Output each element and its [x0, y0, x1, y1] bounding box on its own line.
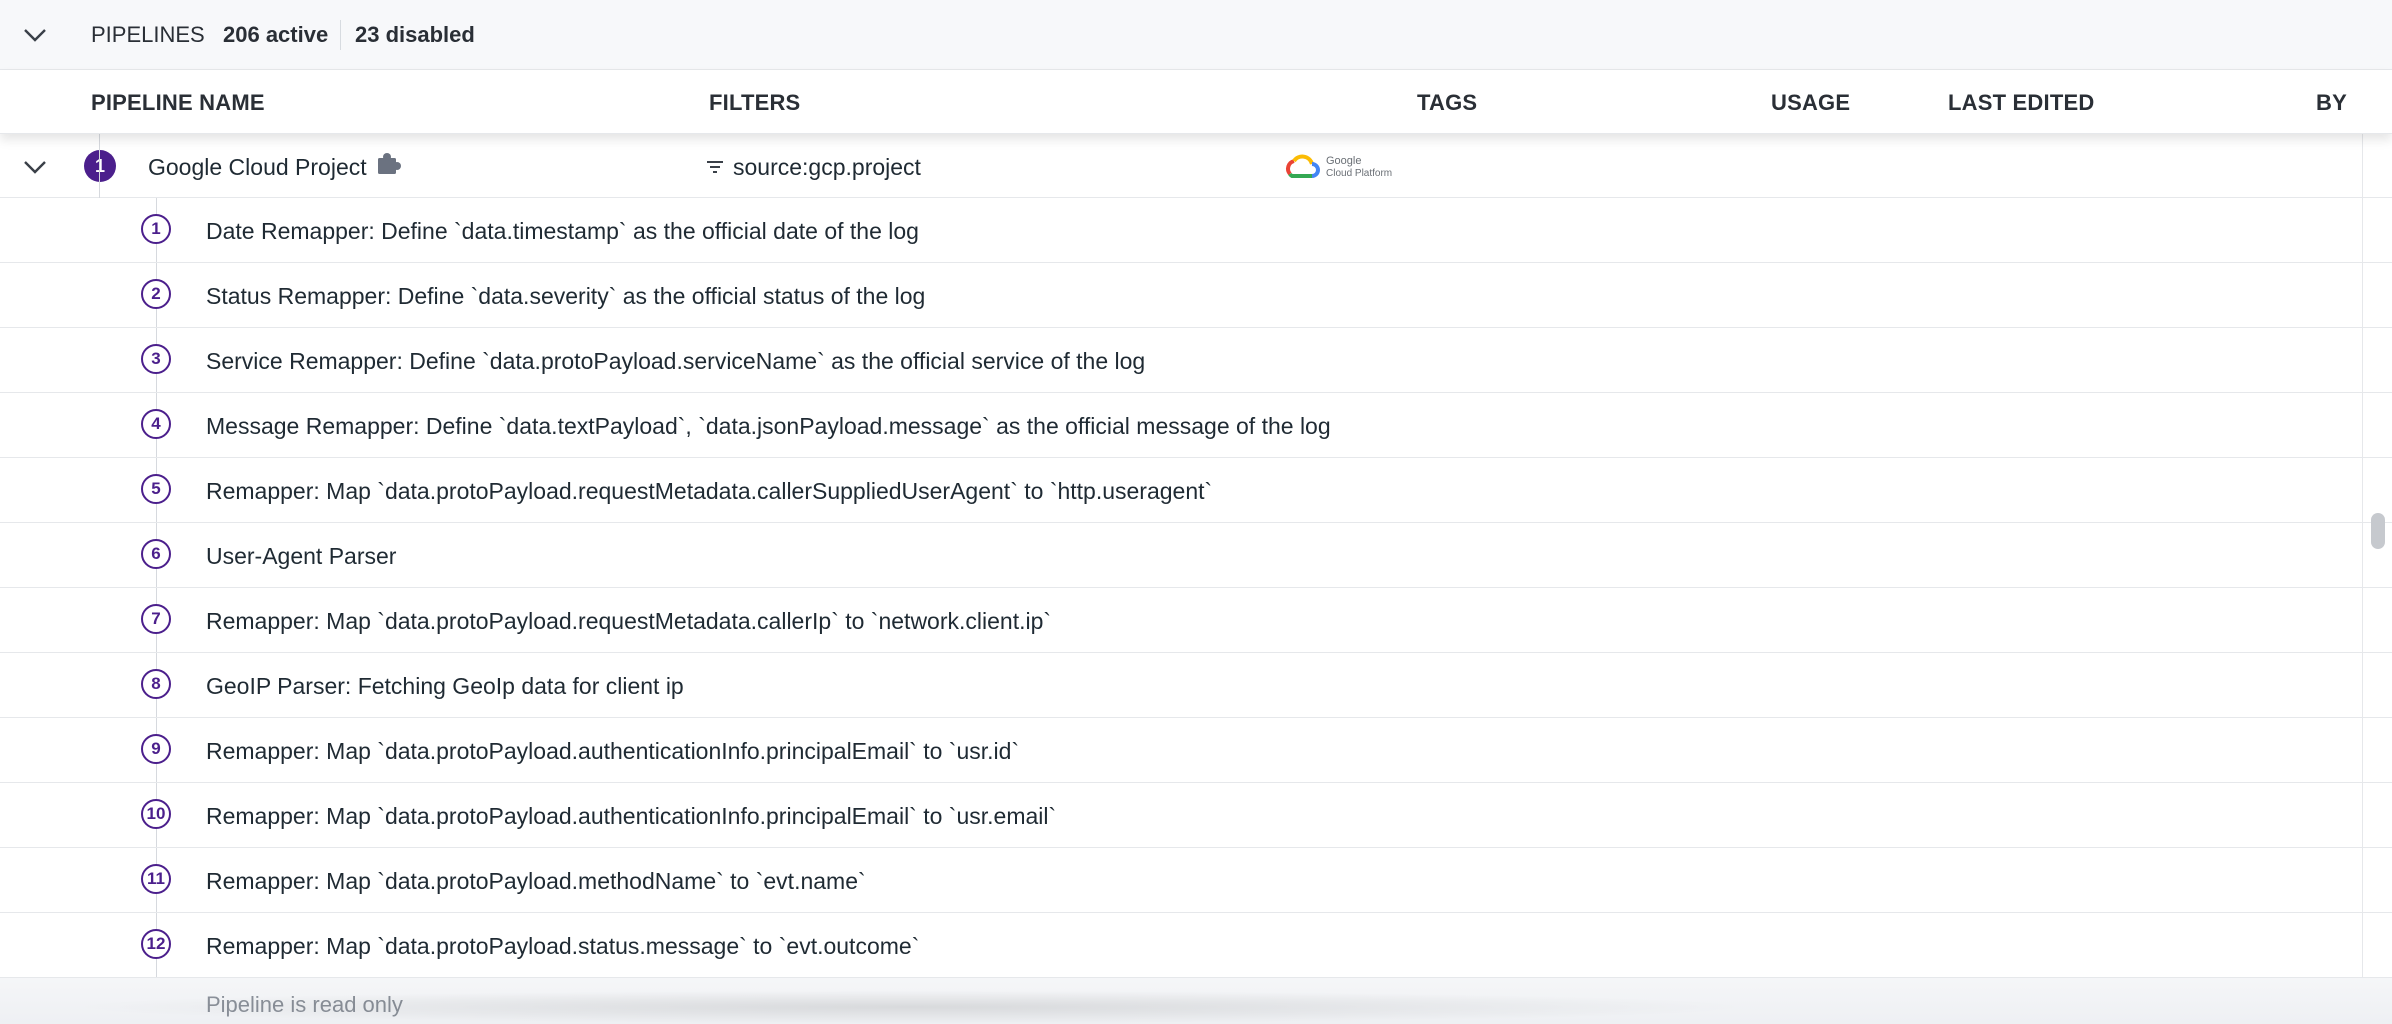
column-usage[interactable]: USAGE: [1771, 90, 1850, 116]
pipelines-label: PIPELINES: [91, 22, 205, 47]
column-last-edited[interactable]: LAST EDITED: [1948, 90, 2094, 116]
active-count: 206 active: [223, 22, 329, 47]
pipeline-row[interactable]: 1 Google Cloud Project source:gcp.projec…: [0, 134, 2392, 198]
column-filters: FILTERS: [709, 90, 801, 115]
list-item[interactable]: 5 Remapper: Map `data.protoPayload.reque…: [0, 458, 2392, 523]
list-item[interactable]: 4 Message Remapper: Define `data.textPay…: [0, 393, 2392, 458]
processor-label[interactable]: User-Agent Parser: [206, 543, 396, 570]
disabled-count: 23 disabled: [355, 22, 475, 47]
summary-divider: [340, 20, 341, 50]
processor-label[interactable]: Remapper: Map `data.protoPayload.authent…: [206, 738, 1019, 765]
pipeline-filter: source:gcp.project: [733, 154, 921, 180]
processor-number-badge: 3: [141, 344, 171, 374]
processor-label[interactable]: Remapper: Map `data.protoPayload.request…: [206, 608, 1051, 635]
processor-number-badge: 12: [141, 929, 171, 959]
processor-list: 1 Date Remapper: Define `data.timestamp`…: [0, 198, 2392, 978]
processor-label[interactable]: Date Remapper: Define `data.timestamp` a…: [206, 218, 919, 245]
column-tags: TAGS: [1417, 90, 1478, 115]
processor-label[interactable]: Service Remapper: Define `data.protoPayl…: [206, 348, 1145, 375]
processor-number-badge: 8: [141, 669, 171, 699]
processor-number-badge: 4: [141, 409, 171, 439]
processor-label[interactable]: Remapper: Map `data.protoPayload.authent…: [206, 803, 1056, 830]
processor-label[interactable]: GeoIP Parser: Fetching GeoIp data for cl…: [206, 673, 684, 700]
filter-icon: [706, 158, 724, 176]
collapse-all-chevron-down-icon[interactable]: [18, 20, 52, 50]
processor-number-badge: 10: [141, 799, 171, 829]
pipeline-tree-line: [99, 134, 100, 198]
list-item[interactable]: 3 Service Remapper: Define `data.protoPa…: [0, 328, 2392, 393]
processor-label[interactable]: Remapper: Map `data.protoPayload.methodN…: [206, 868, 866, 895]
processor-label[interactable]: Remapper: Map `data.protoPayload.request…: [206, 478, 1212, 505]
pipeline-name[interactable]: Google Cloud Project: [148, 154, 367, 181]
list-item[interactable]: 7 Remapper: Map `data.protoPayload.reque…: [0, 588, 2392, 653]
collapse-pipeline-chevron-down-icon[interactable]: [18, 152, 52, 182]
processor-number-badge: 9: [141, 734, 171, 764]
pipelines-summary-bar: PIPELINES 206 active 23 disabled: [0, 0, 2392, 70]
column-pipeline-name[interactable]: PIPELINE NAME: [91, 90, 265, 116]
list-item[interactable]: 11 Remapper: Map `data.protoPayload.meth…: [0, 848, 2392, 913]
list-item[interactable]: 8 GeoIP Parser: Fetching GeoIp data for …: [0, 653, 2392, 718]
processor-number-badge: 7: [141, 604, 171, 634]
processor-number-badge: 11: [141, 864, 171, 894]
pipeline-index-badge: 1: [84, 150, 116, 182]
puzzle-icon: [374, 147, 406, 179]
column-by: BY: [2316, 90, 2347, 115]
gcp-logo-text-cloud-platform: Cloud Platform: [1326, 168, 1393, 179]
list-item[interactable]: 2 Status Remapper: Define `data.severity…: [0, 263, 2392, 328]
processor-number-badge: 1: [141, 214, 171, 244]
table-header: PIPELINE NAME FILTERS TAGS USAGE LAST ED…: [0, 70, 2392, 134]
processor-label[interactable]: Message Remapper: Define `data.textPaylo…: [206, 413, 1331, 440]
processor-number-badge: 5: [141, 474, 171, 504]
processor-label[interactable]: Status Remapper: Define `data.severity` …: [206, 283, 925, 310]
processor-number-badge: 6: [141, 539, 171, 569]
processor-label[interactable]: Remapper: Map `data.protoPayload.status.…: [206, 933, 919, 960]
list-item[interactable]: 1 Date Remapper: Define `data.timestamp`…: [0, 198, 2392, 263]
list-item[interactable]: 9 Remapper: Map `data.protoPayload.authe…: [0, 718, 2392, 783]
list-item[interactable]: 12 Remapper: Map `data.protoPayload.stat…: [0, 913, 2392, 978]
list-item[interactable]: 10 Remapper: Map `data.protoPayload.auth…: [0, 783, 2392, 848]
readonly-notice: Pipeline is read only: [0, 978, 2392, 1024]
readonly-text: Pipeline is read only: [206, 992, 403, 1017]
list-item[interactable]: 6 User-Agent Parser: [0, 523, 2392, 588]
scrollbar-thumb[interactable]: [2371, 513, 2385, 549]
processor-number-badge: 2: [141, 279, 171, 309]
gcp-logo-text-google: Google: [1326, 155, 1362, 167]
